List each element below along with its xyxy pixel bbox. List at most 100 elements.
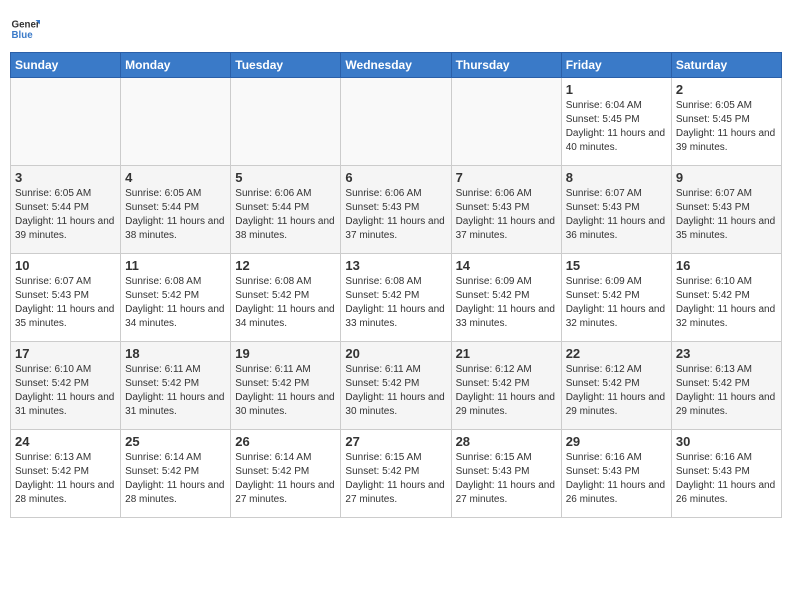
calendar-cell: 5Sunrise: 6:06 AM Sunset: 5:44 PM Daylig…: [231, 166, 341, 254]
day-number: 29: [566, 434, 667, 449]
calendar-cell: 27 Sunrise: 6:15 AM Sunset: 5:42 PM Dayli…: [341, 430, 451, 518]
day-number: 2: [676, 82, 777, 97]
day-number: 26: [235, 434, 336, 449]
calendar-cell: 22 Sunrise: 6:12 AM Sunset: 5:42 PM Dayli…: [561, 342, 671, 430]
calendar-cell: [231, 78, 341, 166]
day-detail: Sunrise: 6:16 AM Sunset: 5:43 PM Dayligh…: [676, 451, 777, 507]
calendar-cell: 20Sunrise: 6:11 AM Sunset: 5:42 PM Dayli…: [341, 342, 451, 430]
calendar-cell: 18Sunrise: 6:11 AM Sunset: 5:42 PM Dayli…: [121, 342, 231, 430]
calendar-week-row: 17 Sunrise: 6:10 AM Sunset: 5:42 PM Dayli…: [11, 342, 782, 430]
day-number: 21: [456, 346, 557, 361]
column-header-sunday: Sunday: [11, 53, 121, 78]
calendar-cell: 3 Sunrise: 6:05 AM Sunset: 5:44 PM Daylig…: [11, 166, 121, 254]
day-number: 8: [566, 170, 667, 185]
calendar-cell: 30 Sunrise: 6:16 AM Sunset: 5:43 PM Dayli…: [671, 430, 781, 518]
column-header-wednesday: Wednesday: [341, 53, 451, 78]
calendar-cell: 10Sunrise: 6:07 AM Sunset: 5:43 PM Dayli…: [11, 254, 121, 342]
day-number: 22: [566, 346, 667, 361]
day-detail: Sunrise: 6:08 AM Sunset: 5:42 PM Dayligh…: [235, 275, 336, 331]
day-number: 12: [235, 258, 336, 273]
day-detail: Sunrise: 6:13 AM Sunset: 5:42 PM Dayligh…: [676, 363, 777, 419]
calendar-week-row: 10Sunrise: 6:07 AM Sunset: 5:43 PM Dayli…: [11, 254, 782, 342]
day-detail: Sunrise: 6:07 AM Sunset: 5:43 PM Dayligh…: [676, 187, 777, 243]
calendar-cell: 1 Sunrise: 6:04 AM Sunset: 5:45 PM Daylig…: [561, 78, 671, 166]
column-header-tuesday: Tuesday: [231, 53, 341, 78]
column-header-friday: Friday: [561, 53, 671, 78]
calendar-cell: 14 Sunrise: 6:09 AM Sunset: 5:42 PM Dayli…: [451, 254, 561, 342]
day-detail: Sunrise: 6:06 AM Sunset: 5:43 PM Dayligh…: [345, 187, 446, 243]
calendar-week-row: 24Sunrise: 6:13 AM Sunset: 5:42 PM Dayli…: [11, 430, 782, 518]
day-number: 1: [566, 82, 667, 97]
column-header-monday: Monday: [121, 53, 231, 78]
day-detail: Sunrise: 6:06 AM Sunset: 5:43 PM Dayligh…: [456, 187, 557, 243]
day-number: 24: [15, 434, 116, 449]
logo-icon: General Blue: [10, 14, 40, 44]
calendar-cell: [11, 78, 121, 166]
day-number: 9: [676, 170, 777, 185]
calendar-week-row: 1 Sunrise: 6:04 AM Sunset: 5:45 PM Daylig…: [11, 78, 782, 166]
day-detail: Sunrise: 6:09 AM Sunset: 5:42 PM Dayligh…: [566, 275, 667, 331]
day-number: 14: [456, 258, 557, 273]
calendar-table: SundayMondayTuesdayWednesdayThursdayFrid…: [10, 52, 782, 518]
day-detail: Sunrise: 6:16 AM Sunset: 5:43 PM Dayligh…: [566, 451, 667, 507]
day-detail: Sunrise: 6:11 AM Sunset: 5:42 PM Dayligh…: [235, 363, 336, 419]
calendar-header-row: SundayMondayTuesdayWednesdayThursdayFrid…: [11, 53, 782, 78]
logo: General Blue: [10, 14, 40, 44]
day-detail: Sunrise: 6:07 AM Sunset: 5:43 PM Dayligh…: [15, 275, 116, 331]
calendar-cell: 21 Sunrise: 6:12 AM Sunset: 5:42 PM Dayli…: [451, 342, 561, 430]
calendar-cell: [121, 78, 231, 166]
day-number: 17: [15, 346, 116, 361]
day-detail: Sunrise: 6:15 AM Sunset: 5:42 PM Dayligh…: [345, 451, 446, 507]
day-detail: Sunrise: 6:05 AM Sunset: 5:45 PM Dayligh…: [676, 99, 777, 155]
day-number: 27: [345, 434, 446, 449]
day-number: 30: [676, 434, 777, 449]
day-detail: Sunrise: 6:12 AM Sunset: 5:42 PM Dayligh…: [566, 363, 667, 419]
calendar-cell: 24Sunrise: 6:13 AM Sunset: 5:42 PM Dayli…: [11, 430, 121, 518]
calendar-cell: 4 Sunrise: 6:05 AM Sunset: 5:44 PM Daylig…: [121, 166, 231, 254]
day-detail: Sunrise: 6:08 AM Sunset: 5:42 PM Dayligh…: [345, 275, 446, 331]
calendar-cell: 13 Sunrise: 6:08 AM Sunset: 5:42 PM Dayli…: [341, 254, 451, 342]
calendar-cell: 8 Sunrise: 6:07 AM Sunset: 5:43 PM Daylig…: [561, 166, 671, 254]
day-detail: Sunrise: 6:12 AM Sunset: 5:42 PM Dayligh…: [456, 363, 557, 419]
day-number: 25: [125, 434, 226, 449]
day-detail: Sunrise: 6:14 AM Sunset: 5:42 PM Dayligh…: [235, 451, 336, 507]
day-number: 3: [15, 170, 116, 185]
day-number: 16: [676, 258, 777, 273]
column-header-thursday: Thursday: [451, 53, 561, 78]
day-detail: Sunrise: 6:04 AM Sunset: 5:45 PM Dayligh…: [566, 99, 667, 155]
calendar-cell: 11Sunrise: 6:08 AM Sunset: 5:42 PM Dayli…: [121, 254, 231, 342]
day-number: 5: [235, 170, 336, 185]
day-detail: Sunrise: 6:05 AM Sunset: 5:44 PM Dayligh…: [15, 187, 116, 243]
day-detail: Sunrise: 6:14 AM Sunset: 5:42 PM Dayligh…: [125, 451, 226, 507]
day-number: 23: [676, 346, 777, 361]
day-detail: Sunrise: 6:05 AM Sunset: 5:44 PM Dayligh…: [125, 187, 226, 243]
day-number: 13: [345, 258, 446, 273]
day-number: 18: [125, 346, 226, 361]
calendar-cell: 25 Sunrise: 6:14 AM Sunset: 5:42 PM Dayli…: [121, 430, 231, 518]
calendar-cell: 19 Sunrise: 6:11 AM Sunset: 5:42 PM Dayli…: [231, 342, 341, 430]
day-number: 4: [125, 170, 226, 185]
day-detail: Sunrise: 6:11 AM Sunset: 5:42 PM Dayligh…: [345, 363, 446, 419]
day-detail: Sunrise: 6:07 AM Sunset: 5:43 PM Dayligh…: [566, 187, 667, 243]
calendar-cell: 29 Sunrise: 6:16 AM Sunset: 5:43 PM Dayli…: [561, 430, 671, 518]
svg-text:Blue: Blue: [12, 30, 34, 41]
calendar-cell: 28Sunrise: 6:15 AM Sunset: 5:43 PM Dayli…: [451, 430, 561, 518]
calendar-cell: 6Sunrise: 6:06 AM Sunset: 5:43 PM Daylig…: [341, 166, 451, 254]
day-detail: Sunrise: 6:09 AM Sunset: 5:42 PM Dayligh…: [456, 275, 557, 331]
day-detail: Sunrise: 6:08 AM Sunset: 5:42 PM Dayligh…: [125, 275, 226, 331]
day-number: 19: [235, 346, 336, 361]
day-number: 7: [456, 170, 557, 185]
calendar-cell: 16 Sunrise: 6:10 AM Sunset: 5:42 PM Dayli…: [671, 254, 781, 342]
calendar-cell: 23 Sunrise: 6:13 AM Sunset: 5:42 PM Dayli…: [671, 342, 781, 430]
page-header: General Blue: [10, 10, 782, 44]
calendar-cell: 9 Sunrise: 6:07 AM Sunset: 5:43 PM Daylig…: [671, 166, 781, 254]
calendar-cell: 12 Sunrise: 6:08 AM Sunset: 5:42 PM Dayli…: [231, 254, 341, 342]
column-header-saturday: Saturday: [671, 53, 781, 78]
day-detail: Sunrise: 6:15 AM Sunset: 5:43 PM Dayligh…: [456, 451, 557, 507]
day-detail: Sunrise: 6:10 AM Sunset: 5:42 PM Dayligh…: [15, 363, 116, 419]
svg-text:General: General: [12, 20, 41, 31]
calendar-cell: 7 Sunrise: 6:06 AM Sunset: 5:43 PM Daylig…: [451, 166, 561, 254]
calendar-cell: 26 Sunrise: 6:14 AM Sunset: 5:42 PM Dayli…: [231, 430, 341, 518]
day-number: 15: [566, 258, 667, 273]
day-detail: Sunrise: 6:10 AM Sunset: 5:42 PM Dayligh…: [676, 275, 777, 331]
